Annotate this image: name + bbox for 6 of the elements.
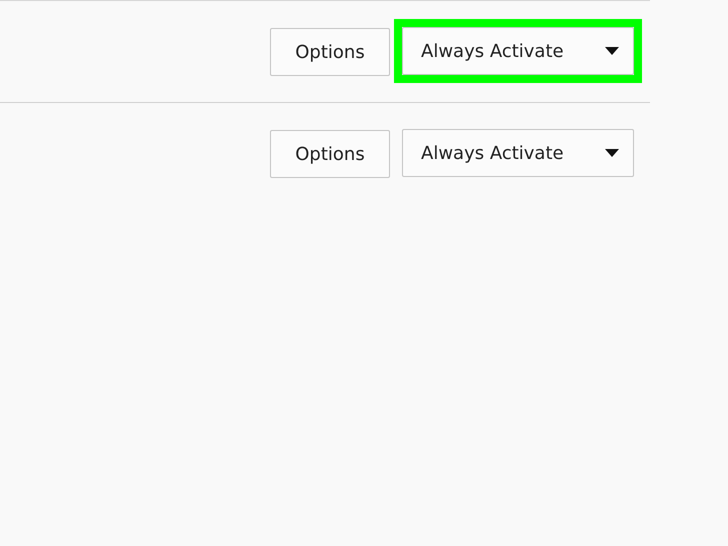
options-button[interactable]: Options: [270, 28, 390, 76]
caret-icon: [605, 47, 619, 55]
options-button[interactable]: Options: [270, 130, 390, 178]
activation-dropdown[interactable]: Always Activate: [402, 129, 634, 177]
activation-dropdown[interactable]: Always Activate: [402, 27, 634, 75]
caret-icon: [605, 149, 619, 157]
